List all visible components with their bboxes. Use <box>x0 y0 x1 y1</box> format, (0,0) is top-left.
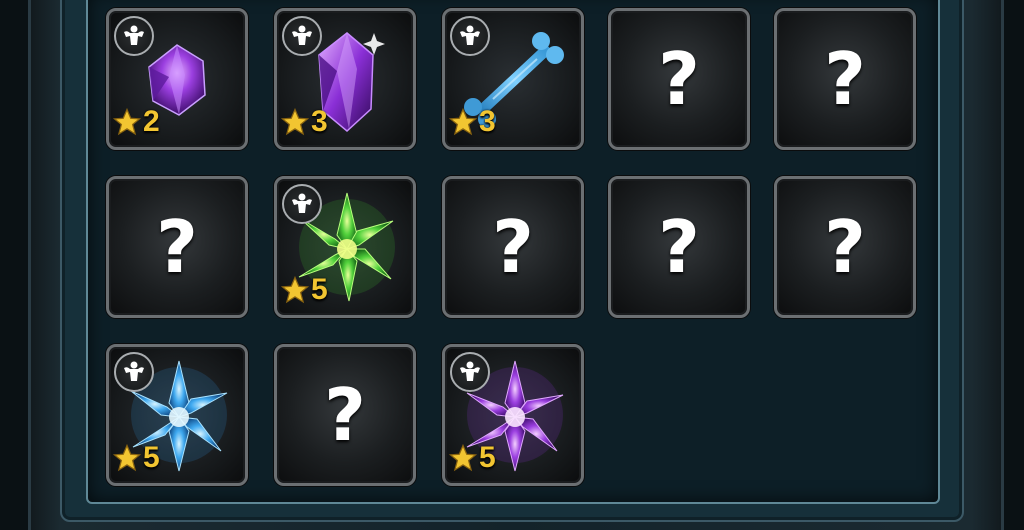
star-count: 5 <box>479 441 496 474</box>
star-rating: 3 <box>448 105 496 139</box>
slot-green-crystal-cluster[interactable]: 5 <box>274 176 416 318</box>
slot-purple-crystal-small[interactable]: 2 <box>106 8 248 150</box>
slot-unknown[interactable]: ? <box>274 344 416 486</box>
star-rating: 2 <box>112 105 160 139</box>
slot-unknown[interactable]: ? <box>608 176 750 318</box>
strength-icon <box>114 16 154 56</box>
unknown-item-mark: ? <box>824 205 866 289</box>
slot-purple-crystal-large[interactable]: 3 <box>274 8 416 150</box>
star-icon <box>448 443 478 472</box>
unknown-item-mark: ? <box>156 205 198 289</box>
slot-purple-crystal-cluster[interactable]: 5 <box>442 344 584 486</box>
strength-icon <box>282 16 322 56</box>
unknown-item-mark: ? <box>824 37 866 121</box>
unknown-item-mark: ? <box>324 373 366 457</box>
slot-unknown[interactable]: ? <box>774 176 916 318</box>
star-icon <box>280 275 310 304</box>
strength-icon <box>114 352 154 392</box>
star-count: 3 <box>479 105 496 138</box>
strength-icon <box>450 352 490 392</box>
star-rating: 5 <box>280 273 328 307</box>
slot-blue-crystal-cluster[interactable]: 5 <box>106 344 248 486</box>
star-rating: 5 <box>448 441 496 475</box>
strength-icon <box>282 184 322 224</box>
star-icon <box>280 107 310 136</box>
slot-unknown[interactable]: ? <box>774 8 916 150</box>
unknown-item-mark: ? <box>658 37 700 121</box>
star-count: 5 <box>311 273 328 306</box>
slot-unknown[interactable]: ? <box>106 176 248 318</box>
star-rating: 3 <box>280 105 328 139</box>
star-rating: 5 <box>112 441 160 475</box>
strength-icon <box>450 16 490 56</box>
star-count: 3 <box>311 105 328 138</box>
unknown-item-mark: ? <box>492 205 534 289</box>
star-icon <box>448 107 478 136</box>
star-count: 2 <box>143 105 160 138</box>
star-icon <box>112 107 142 136</box>
slot-unknown[interactable]: ? <box>442 176 584 318</box>
unknown-item-mark: ? <box>658 205 700 289</box>
inventory-panel: 2 3 3 ? ? ? 5 ? ? ? 5 ? 5 <box>86 0 940 504</box>
slot-unknown[interactable]: ? <box>608 8 750 150</box>
star-count: 5 <box>143 441 160 474</box>
slot-blue-bone[interactable]: 3 <box>442 8 584 150</box>
star-icon <box>112 443 142 472</box>
